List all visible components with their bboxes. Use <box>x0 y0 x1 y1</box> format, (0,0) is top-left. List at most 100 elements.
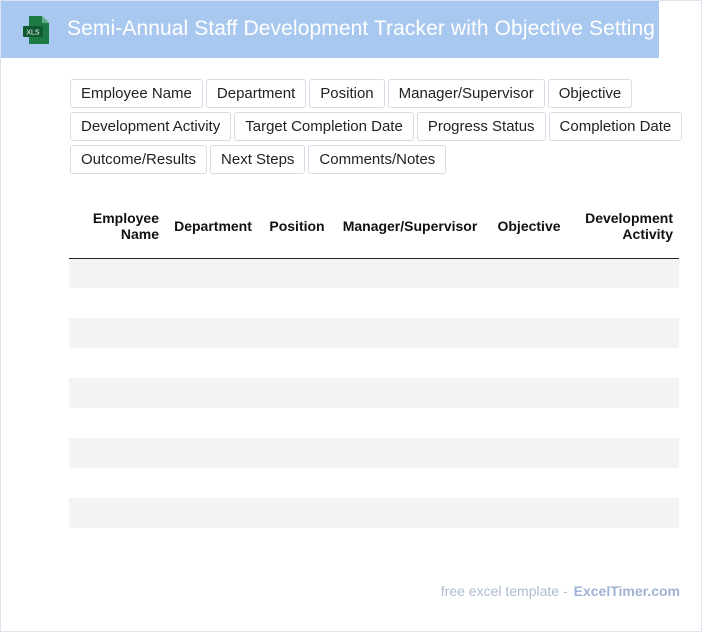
table-cell[interactable] <box>69 438 165 468</box>
table-cell[interactable] <box>165 378 261 408</box>
field-chip[interactable]: Development Activity <box>70 112 232 141</box>
table-cell[interactable] <box>69 258 165 288</box>
footer-brand-link[interactable]: ExcelTimer.com <box>574 583 680 599</box>
column-header: Development Activity <box>571 195 679 259</box>
table-cell[interactable] <box>261 348 333 378</box>
footer-text: free excel template - <box>440 583 568 599</box>
table-cell[interactable] <box>165 528 261 558</box>
table-cell[interactable] <box>261 288 333 318</box>
table-cell[interactable] <box>261 528 333 558</box>
table-cell[interactable] <box>333 438 487 468</box>
table-cell[interactable] <box>571 468 679 498</box>
table-cell[interactable] <box>165 258 261 288</box>
table-row <box>69 468 679 498</box>
column-header: Position <box>261 195 333 259</box>
table-cell[interactable] <box>571 348 679 378</box>
table-cell[interactable] <box>69 528 165 558</box>
table-cell[interactable] <box>571 438 679 468</box>
table-cell[interactable] <box>261 438 333 468</box>
xls-icon-label: XLS <box>26 30 40 37</box>
table-cell[interactable] <box>571 378 679 408</box>
table-cell[interactable] <box>69 348 165 378</box>
table-cell[interactable] <box>333 348 487 378</box>
table-cell[interactable] <box>571 288 679 318</box>
table-cell[interactable] <box>571 318 679 348</box>
table-cell[interactable] <box>487 468 571 498</box>
table-row <box>69 258 679 288</box>
table-cell[interactable] <box>165 498 261 528</box>
field-chip[interactable]: Completion Date <box>548 112 683 141</box>
table-cell[interactable] <box>165 348 261 378</box>
field-chip[interactable]: Department <box>205 79 307 108</box>
table-cell[interactable] <box>487 408 571 438</box>
field-chip[interactable]: Next Steps <box>210 145 306 174</box>
table-row <box>69 498 679 528</box>
table-cell[interactable] <box>69 498 165 528</box>
table-cell[interactable] <box>261 378 333 408</box>
table-cell[interactable] <box>261 258 333 288</box>
table-cell[interactable] <box>69 408 165 438</box>
tracker-table: Employee Name Department Position Manager/S… <box>69 195 679 558</box>
table-cell[interactable] <box>487 438 571 468</box>
table-cell[interactable] <box>165 318 261 348</box>
table-row <box>69 528 679 558</box>
table-cell[interactable] <box>333 378 487 408</box>
table-cell[interactable] <box>333 528 487 558</box>
page-title: Semi-Annual Staff Development Tracker wi… <box>67 17 656 40</box>
table-cell[interactable] <box>333 288 487 318</box>
table-cell[interactable] <box>487 378 571 408</box>
table-cell[interactable] <box>571 498 679 528</box>
table-cell[interactable] <box>333 258 487 288</box>
footer-credit: free excel template - ExcelTimer.com <box>441 583 680 599</box>
table-cell[interactable] <box>487 318 571 348</box>
field-chip[interactable]: Manager/Supervisor <box>387 79 545 108</box>
table-cell[interactable] <box>571 258 679 288</box>
table-cell[interactable] <box>487 288 571 318</box>
column-header: Department <box>165 195 261 259</box>
column-header: Employee Name <box>69 195 165 259</box>
table-cell[interactable] <box>261 318 333 348</box>
table-cell[interactable] <box>165 438 261 468</box>
table-cell[interactable] <box>487 528 571 558</box>
excel-file-icon: XLS <box>23 16 49 44</box>
field-chip[interactable]: Position <box>309 79 385 108</box>
table-row <box>69 408 679 438</box>
table-cell[interactable] <box>487 258 571 288</box>
field-chip[interactable]: Target Completion Date <box>234 112 414 141</box>
table-cell[interactable] <box>69 378 165 408</box>
table-cell[interactable] <box>261 408 333 438</box>
field-chip[interactable]: Progress Status <box>416 112 546 141</box>
table-body <box>69 258 679 558</box>
field-chip-list: Employee Name Department Position Manager/S… <box>70 79 685 174</box>
table-row <box>69 438 679 468</box>
table-cell[interactable] <box>69 468 165 498</box>
table-cell[interactable] <box>571 408 679 438</box>
table-cell[interactable] <box>333 408 487 438</box>
table-cell[interactable] <box>333 498 487 528</box>
header-banner: XLS Semi-Annual Staff Development Tracke… <box>1 1 659 58</box>
field-chip[interactable]: Objective <box>547 79 633 108</box>
page: XLS Semi-Annual Staff Development Tracke… <box>0 0 702 632</box>
table-row <box>69 318 679 348</box>
table-cell[interactable] <box>165 468 261 498</box>
field-chip[interactable]: Employee Name <box>70 79 203 108</box>
table-cell[interactable] <box>333 468 487 498</box>
table-cell[interactable] <box>165 288 261 318</box>
table-cell[interactable] <box>487 348 571 378</box>
table-cell[interactable] <box>571 528 679 558</box>
table-cell[interactable] <box>261 468 333 498</box>
field-chip[interactable]: Comments/Notes <box>308 145 447 174</box>
table-row <box>69 288 679 318</box>
column-header: Objective <box>487 195 571 259</box>
table-cell[interactable] <box>165 408 261 438</box>
table-cell[interactable] <box>69 318 165 348</box>
table-cell[interactable] <box>261 498 333 528</box>
table-header-row: Employee Name Department Position Manager/S… <box>69 195 679 259</box>
table-row <box>69 378 679 408</box>
column-header: Manager/Supervisor <box>333 195 487 259</box>
field-chip[interactable]: Outcome/Results <box>70 145 208 174</box>
table-cell[interactable] <box>333 318 487 348</box>
table-cell[interactable] <box>487 498 571 528</box>
table-cell[interactable] <box>69 288 165 318</box>
table-row <box>69 348 679 378</box>
